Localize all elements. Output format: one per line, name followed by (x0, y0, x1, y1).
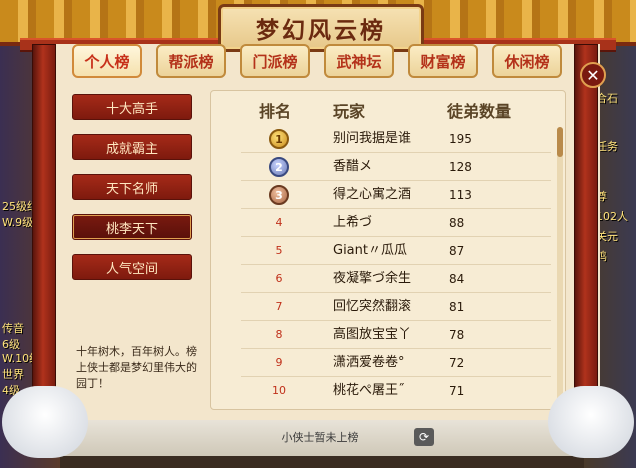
rank-status-text: 小侠士暂未上榜 (281, 431, 359, 444)
player-name: 香醋メ (333, 159, 373, 174)
sidebar-note: 十年树木，百年树人。榜上侠士都是梦幻里伟大的园丁！ (76, 345, 197, 390)
board-header: 排名 玩家 徒弟数量 (211, 91, 567, 125)
left-pillar (32, 44, 56, 422)
table-row[interactable]: 5 Giant〃瓜瓜 87 (211, 237, 551, 265)
rank-number: 4 (275, 216, 283, 229)
rank-number: 7 (275, 300, 283, 313)
disciple-count: 88 (449, 216, 465, 230)
disciple-count: 195 (449, 132, 472, 146)
rank-number: 5 (275, 244, 283, 257)
hud-text: 传音 (2, 322, 24, 335)
player-name: 上希づ (333, 215, 373, 230)
table-row[interactable]: 10 桃花ぺ屠王˝ 71 (211, 377, 551, 405)
player-name: 潇洒爱卷卷° (333, 355, 405, 370)
disciple-count: 128 (449, 160, 472, 174)
player-name: 夜凝擎づ余生 (333, 271, 412, 286)
close-button[interactable]: ✕ (580, 62, 606, 88)
right-pillar (574, 44, 598, 422)
scrollbar-track[interactable] (557, 127, 563, 407)
bronze-medal-icon: 3 (269, 185, 289, 205)
disciple-count: 87 (449, 244, 465, 258)
cloud-decoration (548, 386, 634, 458)
table-row[interactable]: 6 夜凝擎づ余生 84 (211, 265, 551, 293)
hud-text: W.9级 (2, 216, 34, 229)
tab-bar: 个人榜 帮派榜 门派榜 武神坛 财富榜 休闲榜 (72, 44, 570, 82)
rank-number: 10 (272, 384, 286, 397)
table-row[interactable]: 2 香醋メ 128 (211, 153, 551, 181)
table-row[interactable]: 9 潇洒爱卷卷° 72 (211, 349, 551, 377)
header-player: 玩家 (333, 102, 366, 121)
sidebar-item-popularity[interactable]: 人气空间 (72, 254, 192, 280)
tab-sect[interactable]: 门派榜 (240, 44, 310, 78)
disciple-count: 84 (449, 272, 465, 286)
rank-number: 6 (275, 272, 283, 285)
disciple-count: 78 (449, 328, 465, 342)
cloud-decoration (2, 386, 88, 458)
sidebar-item-top-ten[interactable]: 十大高手 (72, 94, 192, 120)
tab-war-god[interactable]: 武神坛 (324, 44, 394, 78)
table-row[interactable]: 1 别问我据是谁 195 (211, 125, 551, 153)
rank-number: 9 (275, 356, 283, 369)
scrollbar-thumb[interactable] (557, 127, 563, 157)
rank-number: 8 (275, 328, 283, 341)
header-value: 徒弟数量 (447, 102, 512, 121)
header-rank: 排名 (259, 102, 292, 121)
tab-wealth[interactable]: 财富榜 (408, 44, 478, 78)
table-row[interactable]: 4 上希づ 88 (211, 209, 551, 237)
disciple-count: 72 (449, 356, 465, 370)
player-name: 高图放宝宝丫 (333, 327, 412, 342)
disciple-count: 81 (449, 300, 465, 314)
sidebar-item-disciples[interactable]: 桃李天下 (72, 214, 192, 240)
gold-medal-icon: 1 (269, 129, 289, 149)
sidebar-item-achievement[interactable]: 成就霸主 (72, 134, 192, 160)
window-title: 梦幻风云榜 (256, 17, 386, 44)
table-row[interactable]: 8 高图放宝宝丫 78 (211, 321, 551, 349)
hud-text: 世界 (2, 368, 24, 381)
player-name: Giant〃瓜瓜 (333, 243, 407, 258)
hud-text: 102人 (596, 210, 628, 223)
player-name: 桃花ぺ屠王˝ (333, 383, 405, 398)
status-bar: 小侠士暂未上榜 (60, 420, 580, 456)
table-row[interactable]: 3 得之心寓之酒 113 (211, 181, 551, 209)
player-name: 别问我据是谁 (333, 131, 412, 146)
table-row[interactable]: 7 回忆突然翻滚 81 (211, 293, 551, 321)
tab-leisure[interactable]: 休闲榜 (492, 44, 562, 78)
ranking-board: 排名 玩家 徒弟数量 1 别问我据是谁 195 2 香醋メ 128 3 得之心寓… (210, 90, 566, 410)
tab-personal[interactable]: 个人榜 (72, 44, 142, 78)
refresh-icon[interactable]: ⟳ (414, 428, 434, 446)
player-name: 得之心寓之酒 (333, 187, 412, 202)
disciple-count: 71 (449, 384, 465, 398)
disciple-count: 113 (449, 188, 472, 202)
player-name: 回忆突然翻滚 (333, 299, 412, 314)
tab-guild[interactable]: 帮派榜 (156, 44, 226, 78)
silver-medal-icon: 2 (269, 157, 289, 177)
sidebar-item-famous-master[interactable]: 天下名师 (72, 174, 192, 200)
